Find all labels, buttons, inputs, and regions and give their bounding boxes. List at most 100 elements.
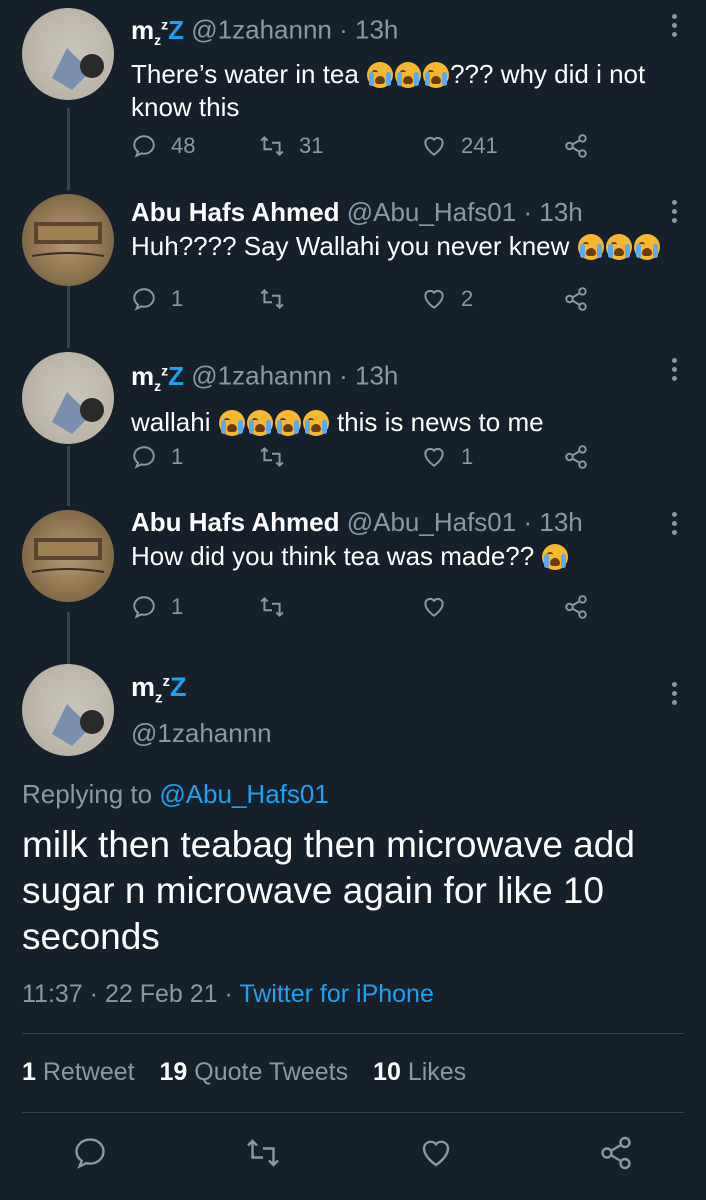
share-icon	[565, 595, 587, 619]
thread-line	[67, 280, 70, 348]
tweet-source[interactable]: Twitter for iPhone	[239, 980, 434, 1008]
tweet-header: Abu Hafs Ahmed @Abu_Hafs01 · 13h	[131, 507, 583, 537]
reply-button[interactable]	[72, 1135, 112, 1175]
display-name[interactable]: mzzZ	[131, 672, 187, 706]
reply-icon	[133, 446, 155, 469]
loudly-crying-emoji	[302, 409, 329, 436]
share-icon	[565, 287, 587, 311]
retweet-icon	[260, 446, 284, 468]
share-icon	[601, 1136, 631, 1170]
retweet-button[interactable]	[245, 1135, 285, 1175]
reply-button[interactable]: 1	[131, 284, 183, 314]
avatar[interactable]	[22, 8, 114, 100]
username[interactable]: @1zahannn	[191, 361, 332, 391]
like-icon	[424, 136, 444, 156]
timestamp[interactable]: 13h	[355, 361, 398, 391]
loudly-crying-emoji	[274, 409, 301, 436]
retweets-stat[interactable]: 1 Retweet	[22, 1058, 135, 1086]
timestamp[interactable]: 13h	[539, 507, 582, 537]
username[interactable]: @Abu_Hafs01	[347, 197, 517, 227]
retweet-button[interactable]	[259, 592, 299, 622]
loudly-crying-emoji	[423, 61, 450, 88]
display-name[interactable]: Abu Hafs Ahmed	[131, 197, 340, 227]
retweet-icon	[260, 288, 284, 310]
reply-button[interactable]: 1	[131, 592, 183, 622]
tweet-time: 11:37	[22, 980, 83, 1008]
loudly-crying-emoji	[395, 61, 422, 88]
avatar[interactable]	[22, 194, 114, 286]
avatar[interactable]	[22, 664, 114, 756]
display-name[interactable]: mzzZ	[131, 361, 184, 394]
username[interactable]: @1zahannn	[191, 15, 332, 45]
loudly-crying-emoji	[633, 234, 660, 260]
more-icon[interactable]	[672, 682, 678, 709]
username[interactable]: @1zahannn	[131, 718, 272, 749]
engagement-stats: 1 Retweet 19 Quote Tweets 10 Likes	[22, 1058, 466, 1087]
like-button[interactable]	[421, 592, 461, 622]
tweet-header: mzzZ @1zahannn · 13h	[131, 360, 399, 394]
reply-icon	[75, 1138, 105, 1169]
divider	[22, 1112, 684, 1113]
share-button[interactable]	[563, 284, 603, 314]
like-icon	[424, 597, 444, 617]
tweet-date: 22 Feb 21	[104, 980, 218, 1008]
like-icon	[422, 1140, 450, 1167]
loudly-crying-emoji	[542, 544, 569, 570]
retweet-icon	[260, 135, 284, 157]
retweet-button[interactable]	[259, 284, 299, 314]
like-button[interactable]: 2	[421, 284, 473, 314]
tweet-text: milk then teabag then microwave add suga…	[22, 824, 635, 957]
loudly-crying-emoji	[367, 61, 394, 88]
tweet-header: Abu Hafs Ahmed @Abu_Hafs01 · 13h	[131, 197, 583, 227]
share-icon	[565, 445, 587, 469]
avatar[interactable]	[22, 352, 114, 444]
retweet-button[interactable]: 31	[259, 131, 323, 161]
like-icon	[424, 447, 444, 467]
replying-to-link[interactable]: @Abu_Hafs01	[159, 779, 329, 809]
loudly-crying-emoji	[218, 409, 245, 436]
like-button[interactable]: 1	[421, 442, 473, 472]
tweet-action-bar	[0, 1135, 706, 1175]
retweet-icon	[247, 1139, 279, 1167]
loudly-crying-emoji	[605, 234, 632, 260]
reply-icon	[133, 135, 155, 158]
tweet-text: How did you think tea was made??	[131, 540, 682, 573]
more-icon[interactable]	[672, 358, 678, 385]
reply-icon	[133, 596, 155, 619]
share-button[interactable]	[598, 1135, 638, 1175]
display-name[interactable]: Abu Hafs Ahmed	[131, 507, 340, 537]
tweet-text: There’s water in tea ??? why did i not k…	[131, 58, 646, 122]
like-button[interactable]: 241	[421, 131, 498, 161]
display-name[interactable]: mzzZ	[131, 15, 184, 48]
more-icon[interactable]	[672, 14, 678, 41]
tweet-text: Huh???? Say Wallahi you never knew	[131, 230, 682, 263]
thread-line	[67, 446, 70, 506]
reply-icon	[133, 288, 155, 311]
retweet-button[interactable]	[259, 442, 299, 472]
replying-to: Replying to @Abu_Hafs01	[22, 779, 329, 809]
share-icon	[565, 134, 587, 158]
retweet-icon	[260, 596, 284, 618]
thread-line	[67, 612, 70, 664]
avatar[interactable]	[22, 510, 114, 602]
likes-stat[interactable]: 10 Likes	[373, 1058, 466, 1086]
thread-line	[67, 108, 70, 190]
like-button[interactable]	[418, 1135, 458, 1175]
loudly-crying-emoji	[577, 234, 604, 260]
tweet-text: wallahi this is news to me	[131, 406, 544, 437]
timestamp[interactable]: 13h	[355, 15, 398, 45]
share-button[interactable]	[563, 592, 603, 622]
share-button[interactable]	[563, 442, 603, 472]
quote-tweets-stat[interactable]: 19 Quote Tweets	[160, 1058, 349, 1086]
more-icon[interactable]	[672, 200, 678, 227]
reply-button[interactable]: 1	[131, 442, 183, 472]
tweet-meta: 11:37 · 22 Feb 21 · Twitter for iPhone	[22, 980, 434, 1008]
divider	[22, 1033, 684, 1034]
loudly-crying-emoji	[246, 409, 273, 436]
timestamp[interactable]: 13h	[539, 197, 582, 227]
like-icon	[424, 289, 444, 309]
more-icon[interactable]	[672, 512, 678, 539]
reply-button[interactable]: 48	[131, 131, 195, 161]
username[interactable]: @Abu_Hafs01	[347, 507, 517, 537]
share-button[interactable]	[563, 131, 603, 161]
